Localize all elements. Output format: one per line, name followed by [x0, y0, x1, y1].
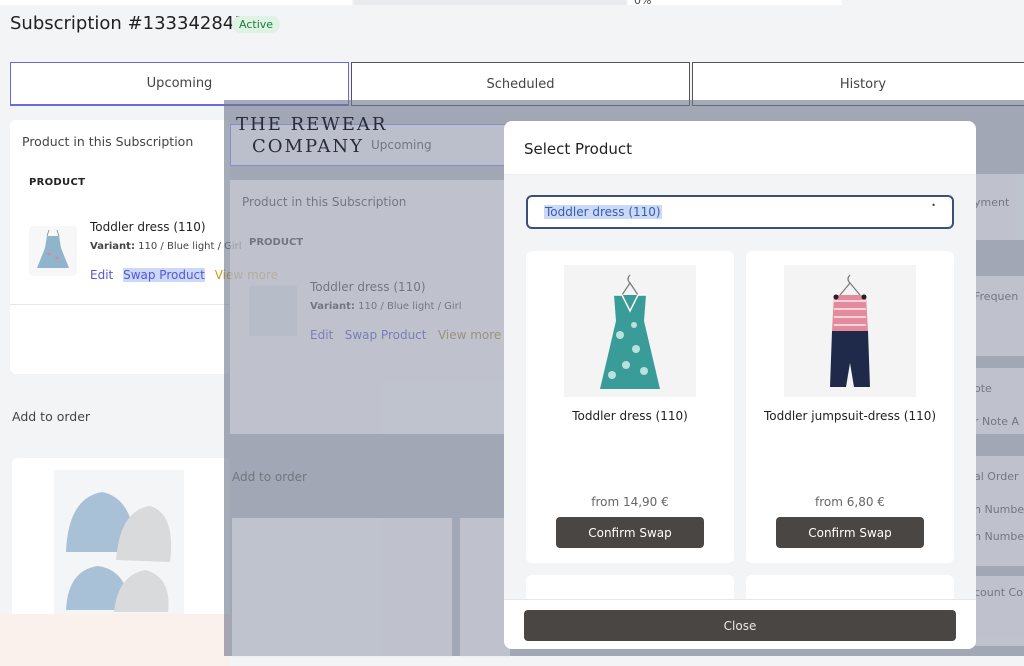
ghost-actions: Edit Swap Product View more [310, 328, 501, 342]
add-product-card[interactable] [12, 458, 230, 618]
cursor-dot: • [931, 201, 936, 210]
ghost-beanie-card [232, 518, 452, 658]
product-result-name: Toddler dress (110) [572, 409, 688, 423]
product-card: Product in this Subscription PRODUCT Tod… [10, 120, 278, 374]
ghost-add-to-order: Add to order [232, 470, 307, 484]
ghost-right-text: n Numbe [974, 530, 1024, 543]
product-name: Toddler dress (110) [90, 220, 206, 234]
top-toolbar-sliver: 0% [0, 0, 1024, 7]
ghost-edit-link: Edit [310, 328, 334, 342]
close-button[interactable]: Close [524, 610, 956, 641]
ghost-variant: Variant: 110 / Blue light / Girl [310, 301, 462, 312]
ghost-view-more-link: View more [437, 328, 502, 342]
confirm-swap-button[interactable]: Confirm Swap [556, 517, 704, 548]
beanie-product-image [54, 470, 184, 615]
select-product-modal: Select Product Toddler dress (110) • Tod… [504, 121, 976, 649]
ghost-right-text: r Note A [974, 415, 1020, 428]
ghost-thumbnail [249, 286, 297, 336]
ghost-variant-label: Variant: [310, 301, 355, 312]
ghost-right-text: al Order [974, 470, 1019, 483]
product-result-card: Toddler dress (110) from 14,90 € Confirm… [526, 251, 734, 563]
add-to-order-title: Add to order [12, 409, 91, 424]
product-thumbnail [29, 226, 77, 276]
card-divider [10, 304, 230, 305]
brand-line-1: THE REWEAR [236, 114, 388, 135]
ghost-product-card: Product in this Subscription PRODUCT Tod… [230, 180, 510, 434]
page-title: Subscription #1333428432 [10, 13, 258, 34]
bottom-banner-strip [0, 614, 230, 666]
ghost-right-text: yment [974, 196, 1010, 209]
modal-footer: Close [504, 599, 976, 649]
ghost-right-text: Frequen [974, 290, 1019, 303]
product-result-card [746, 575, 954, 599]
modal-header: Select Product [504, 121, 976, 175]
product-result-card [526, 575, 734, 599]
top-sliver-block [354, 0, 626, 5]
product-variant: Variant: 110 / Blue light / Girl [90, 241, 242, 252]
status-badge: Active [232, 16, 281, 33]
product-image-jumpsuit [784, 265, 916, 397]
ghost-section-title: Product in this Subscription [242, 195, 407, 209]
top-percent: 0% [634, 0, 652, 7]
top-sliver-block [0, 0, 352, 5]
ghost-product-name: Toddler dress (110) [310, 280, 426, 294]
modal-body: Toddler dress (110) • Toddler dress (110… [504, 175, 976, 599]
swap-product-link[interactable]: Swap Product [123, 268, 205, 282]
ghost-swap-link: Swap Product [344, 328, 427, 342]
product-column-header: PRODUCT [29, 177, 86, 188]
ghost-right-text: n Numbe [974, 503, 1024, 516]
product-section-title: Product in this Subscription [22, 134, 194, 149]
product-result-card: Toddler jumpsuit-dress (110) from 6,80 €… [746, 251, 954, 563]
search-input-value: Toddler dress (110) [544, 205, 662, 219]
product-search-input[interactable]: Toddler dress (110) • [526, 195, 954, 229]
confirm-swap-button[interactable]: Confirm Swap [776, 517, 924, 548]
product-result-price: from 6,80 € [815, 495, 885, 509]
product-result-name: Toddler jumpsuit-dress (110) [763, 409, 937, 423]
edit-link[interactable]: Edit [90, 268, 113, 282]
ghost-card [460, 518, 510, 658]
variant-label: Variant: [90, 241, 135, 252]
ghost-variant-value: 110 / Blue light / Girl [358, 301, 462, 312]
brand-logo: THE REWEAR COMPANY [236, 114, 387, 158]
ghost-right-text: count Co [974, 586, 1023, 599]
ghost-column-header: PRODUCT [249, 237, 304, 248]
ghost-right-text: ote [974, 382, 992, 395]
brand-line-2: COMPANY [252, 136, 365, 157]
product-result-price: from 14,90 € [591, 495, 669, 509]
top-sliver-block [628, 0, 842, 5]
product-image-dress [564, 265, 696, 397]
modal-title: Select Product [524, 140, 632, 158]
